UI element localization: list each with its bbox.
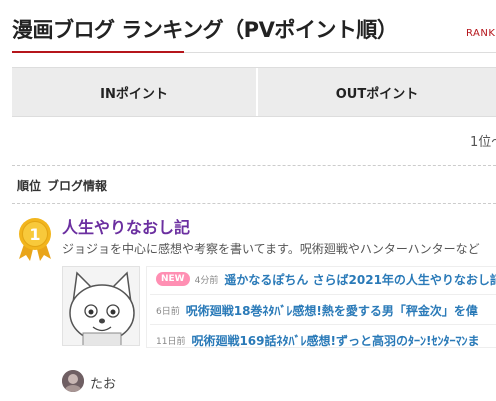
blog-thumbnail[interactable] — [62, 266, 140, 346]
tab-out-points[interactable]: OUTポイント — [258, 68, 496, 116]
divider — [150, 294, 496, 295]
author-name[interactable]: たお — [90, 373, 116, 392]
entry-time: 6日前 — [156, 306, 180, 317]
entry-link[interactable]: 遥かなるぽちん さらば2021年の人生やりなおし記 — [224, 271, 496, 288]
avatar-image — [62, 370, 84, 392]
sort-tabs: INポイント OUTポイント — [12, 67, 496, 117]
divider — [150, 324, 496, 325]
title-divider — [184, 52, 496, 53]
header-rank: 順位 — [17, 179, 42, 193]
gold-medal-icon: 1 — [19, 218, 51, 261]
pager-range[interactable]: 1位〜 — [470, 131, 496, 150]
recent-entry: 11日前 呪術廻戦169話ﾈﾀﾊﾞﾚ感想!ずっと高羽のﾀｰﾝ!ｾﾝﾀｰﾏﾝま — [150, 330, 479, 350]
header-info: ブログ情報 — [47, 179, 108, 193]
entry-link[interactable]: 呪術廻戦169話ﾈﾀﾊﾞﾚ感想!ずっと高羽のﾀｰﾝ!ｾﾝﾀｰﾏﾝま — [191, 332, 479, 349]
entry-time: 4分前 — [194, 275, 219, 286]
blog-description: ジョジョを中心に感想や考察を書いてます。呪術廻戦やハンターハンターなど — [62, 242, 480, 256]
table-header: 順位 ブログ情報 — [17, 177, 107, 194]
title-underline — [12, 51, 184, 53]
recent-entry: NEW 4分前 遥かなるぽちん さらば2021年の人生やりなおし記 — [150, 269, 496, 289]
corner-label: RANK — [466, 28, 496, 39]
tab-in-points[interactable]: INポイント — [12, 68, 258, 116]
cat-drawing-image — [69, 271, 135, 345]
divider — [12, 203, 496, 204]
rank-number: 1 — [29, 225, 40, 244]
blog-title-link[interactable]: 人生やりなおし記 — [62, 214, 190, 238]
page-title: 漫画ブログ ランキング（PVポイント順） — [12, 18, 398, 42]
entry-link[interactable]: 呪術廻戦18巻ﾈﾀﾊﾞﾚ感想!熱を愛する男「秤金次」を偉 — [186, 302, 478, 319]
recent-entry: 6日前 呪術廻戦18巻ﾈﾀﾊﾞﾚ感想!熱を愛する男「秤金次」を偉 — [150, 300, 478, 320]
avatar[interactable] — [62, 370, 84, 392]
divider — [12, 165, 496, 166]
entry-time: 11日前 — [156, 336, 186, 347]
new-badge: NEW — [156, 272, 190, 286]
